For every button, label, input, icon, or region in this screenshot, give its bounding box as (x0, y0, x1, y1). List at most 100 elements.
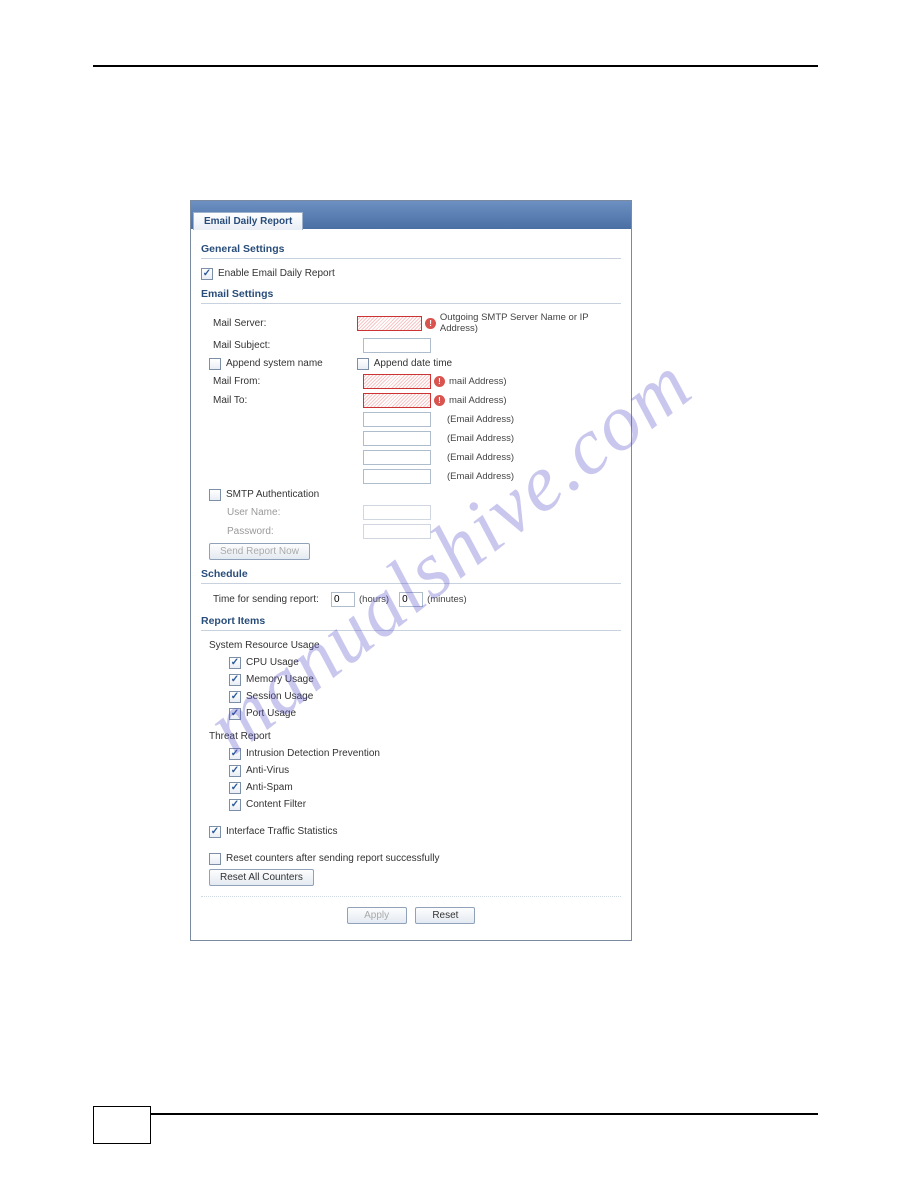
required-icon: ! (434, 376, 445, 387)
footer-buttons: Apply Reset (201, 896, 621, 928)
section-schedule-title: Schedule (201, 562, 621, 584)
row-cpu: CPU Usage (201, 654, 621, 671)
label-minutes: (minutes) (423, 594, 467, 605)
input-minutes[interactable] (399, 592, 423, 607)
row-session: Session Usage (201, 688, 621, 705)
checkbox-idp[interactable] (229, 748, 241, 760)
row-append: Append system name Append date time (201, 355, 621, 372)
label-mail-server: Mail Server: (201, 318, 357, 329)
checkbox-antispam[interactable] (229, 782, 241, 794)
input-mail-to-3[interactable] (363, 431, 431, 446)
row-mail-from: Mail From: ! mail Address) (201, 372, 621, 391)
row-idp: Intrusion Detection Prevention (201, 745, 621, 762)
label-antispam: Anti-Spam (246, 782, 293, 793)
row-enable: Enable Email Daily Report (201, 265, 621, 282)
page-bottom-rule (150, 1113, 818, 1115)
send-report-now-button[interactable]: Send Report Now (209, 543, 310, 560)
input-mail-subject[interactable] (363, 338, 431, 353)
checkbox-memory-usage[interactable] (229, 674, 241, 686)
input-password[interactable] (363, 524, 431, 539)
row-reset-all: Reset All Counters (201, 867, 621, 888)
label-enable-report: Enable Email Daily Report (218, 268, 335, 279)
email-daily-report-dialog: Email Daily Report General Settings Enab… (190, 200, 632, 941)
checkbox-content-filter[interactable] (229, 799, 241, 811)
label-hours: (hours) (355, 594, 399, 605)
required-icon: ! (434, 395, 445, 406)
checkbox-cpu-usage[interactable] (229, 657, 241, 669)
required-icon: ! (425, 318, 436, 329)
label-mail-subject: Mail Subject: (201, 340, 363, 351)
label-port-usage: Port Usage (246, 708, 296, 719)
row-antivirus: Anti-Virus (201, 762, 621, 779)
row-mail-to-3: (Email Address) (201, 429, 621, 448)
input-mail-to-4[interactable] (363, 450, 431, 465)
row-memory: Memory Usage (201, 671, 621, 688)
checkbox-smtp-auth[interactable] (209, 489, 221, 501)
section-general-title: General Settings (201, 237, 621, 259)
hint-mail-to-3: (Email Address) (431, 433, 514, 444)
row-mail-subject: Mail Subject: (201, 336, 621, 355)
input-username[interactable] (363, 505, 431, 520)
label-append-system-name: Append system name (226, 358, 323, 369)
row-mail-server: Mail Server: ! Outgoing SMTP Server Name… (201, 310, 621, 336)
input-mail-to-1[interactable] (363, 393, 431, 408)
label-content-filter: Content Filter (246, 799, 306, 810)
input-mail-server[interactable] (357, 316, 422, 331)
row-mail-to-2: (Email Address) (201, 410, 621, 429)
dialog-titlebar: Email Daily Report (191, 201, 631, 229)
row-smtp-auth: SMTP Authentication (201, 486, 621, 503)
checkbox-enable-report[interactable] (201, 268, 213, 280)
input-mail-from[interactable] (363, 374, 431, 389)
row-content-filter: Content Filter (201, 796, 621, 813)
input-mail-to-5[interactable] (363, 469, 431, 484)
label-interface-traffic-stats: Interface Traffic Statistics (226, 826, 338, 837)
label-idp: Intrusion Detection Prevention (246, 748, 380, 759)
label-password: Password: (201, 526, 363, 537)
row-its: Interface Traffic Statistics (201, 823, 621, 840)
label-sys-resource: System Resource Usage (209, 640, 320, 651)
section-email-title: Email Settings (201, 282, 621, 304)
label-reset-counters: Reset counters after sending report succ… (226, 853, 439, 864)
label-cpu-usage: CPU Usage (246, 657, 299, 668)
row-send-now: Send Report Now (201, 541, 621, 562)
hint-mail-to-1: mail Address) (445, 395, 507, 406)
tab-email-daily-report[interactable]: Email Daily Report (193, 212, 303, 230)
checkbox-antivirus[interactable] (229, 765, 241, 777)
label-append-date-time: Append date time (374, 358, 452, 369)
checkbox-session-usage[interactable] (229, 691, 241, 703)
row-sys-resource: System Resource Usage (201, 637, 621, 654)
hint-mail-to-2: (Email Address) (431, 414, 514, 425)
label-memory-usage: Memory Usage (246, 674, 314, 685)
label-threat-report: Threat Report (209, 731, 271, 742)
checkbox-append-system-name[interactable] (209, 358, 221, 370)
label-smtp-auth: SMTP Authentication (226, 489, 319, 500)
row-username: User Name: (201, 503, 621, 522)
row-password: Password: (201, 522, 621, 541)
hint-mail-to-4: (Email Address) (431, 452, 514, 463)
hint-mail-server: Outgoing SMTP Server Name or IP Address) (436, 312, 621, 334)
row-mail-to-5: (Email Address) (201, 467, 621, 486)
input-mail-to-2[interactable] (363, 412, 431, 427)
label-session-usage: Session Usage (246, 691, 313, 702)
row-port: Port Usage (201, 705, 621, 722)
page-top-rule (93, 65, 818, 67)
apply-button[interactable]: Apply (347, 907, 407, 924)
dialog-content: General Settings Enable Email Daily Repo… (191, 229, 631, 940)
hint-mail-from: mail Address) (445, 376, 507, 387)
row-schedule-time: Time for sending report: (hours) (minute… (201, 590, 621, 609)
checkbox-reset-counters[interactable] (209, 853, 221, 865)
checkbox-append-date-time[interactable] (357, 358, 369, 370)
reset-button[interactable]: Reset (415, 907, 475, 924)
label-mail-from: Mail From: (201, 376, 363, 387)
checkbox-port-usage[interactable] (229, 708, 241, 720)
checkbox-interface-traffic-stats[interactable] (209, 826, 221, 838)
label-time-sending: Time for sending report: (201, 594, 331, 605)
row-antispam: Anti-Spam (201, 779, 621, 796)
hint-mail-to-5: (Email Address) (431, 471, 514, 482)
input-hours[interactable] (331, 592, 355, 607)
reset-all-counters-button[interactable]: Reset All Counters (209, 869, 314, 886)
row-reset-counters: Reset counters after sending report succ… (201, 850, 621, 867)
row-mail-to-1: Mail To: ! mail Address) (201, 391, 621, 410)
row-mail-to-4: (Email Address) (201, 448, 621, 467)
section-report-title: Report Items (201, 609, 621, 631)
